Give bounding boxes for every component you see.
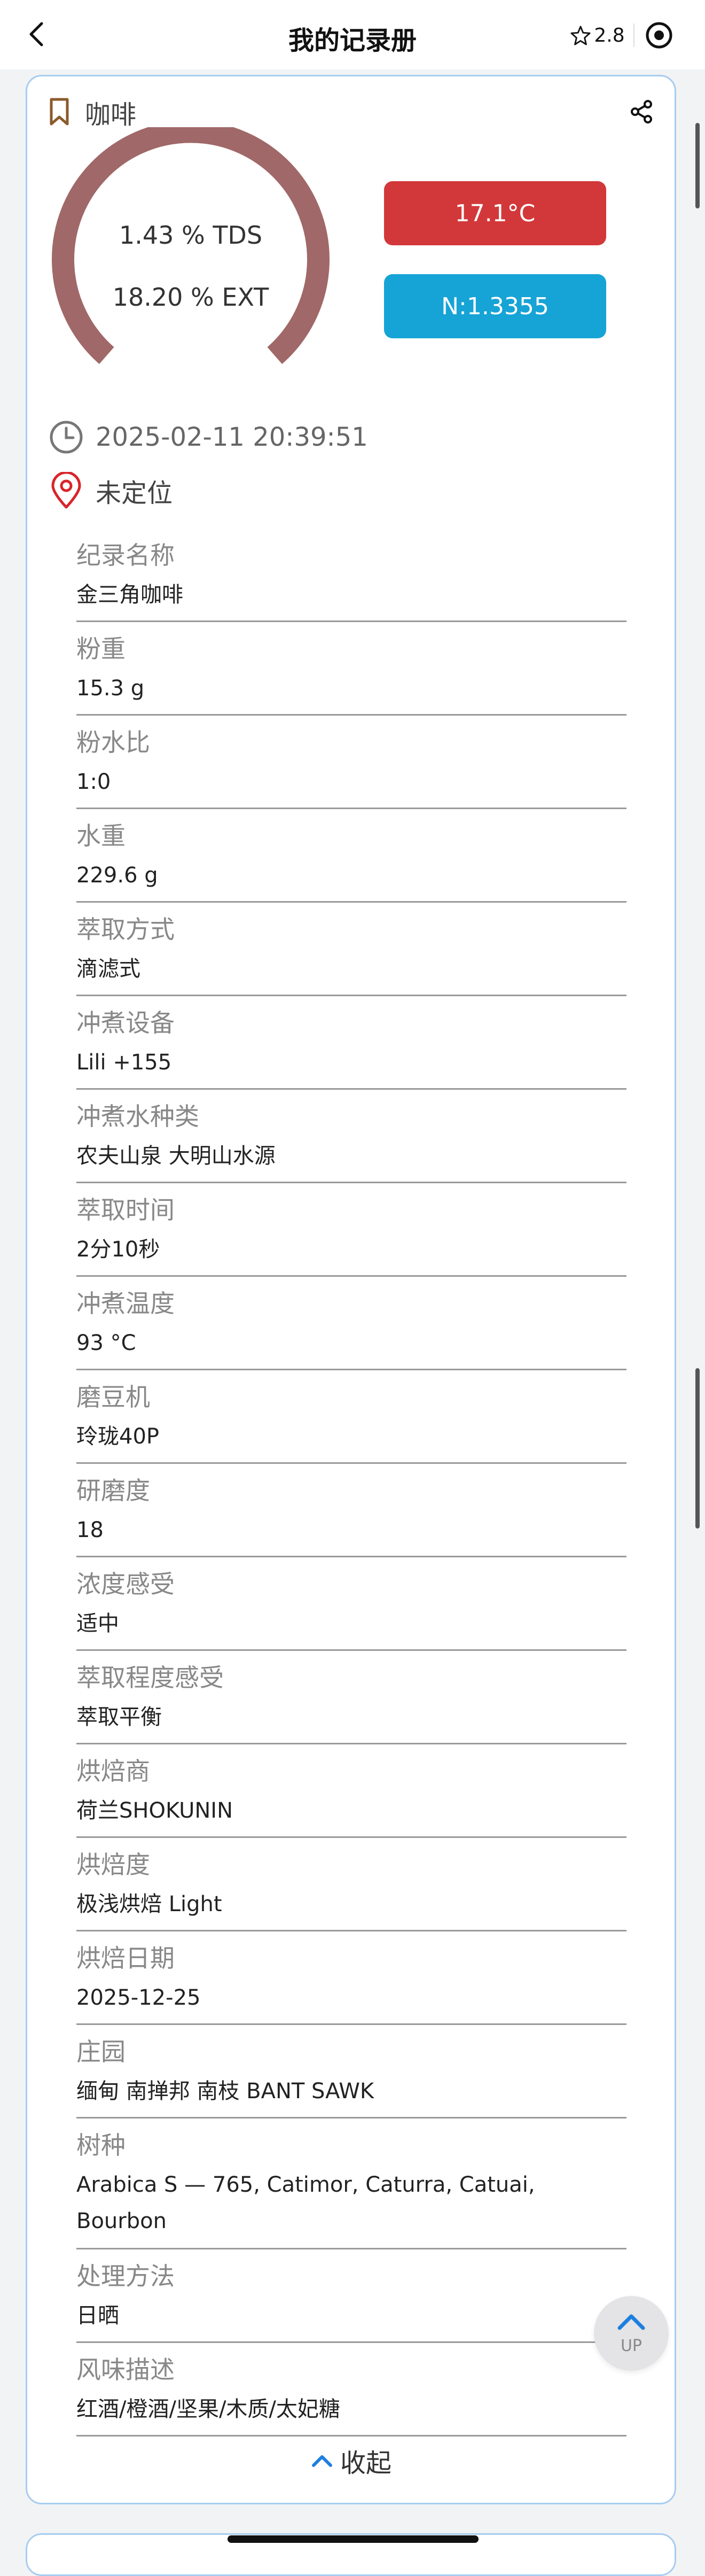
record-field-row: 冲煮设备 Lili +155 xyxy=(76,996,626,1090)
tds-gauge xyxy=(52,127,330,364)
field-value: 93 °C xyxy=(76,1331,136,1355)
scroll-to-top-button[interactable]: UP xyxy=(594,2296,669,2371)
record-field-row: 萃取程度感受萃取平衡 xyxy=(76,1651,626,1744)
record-fields-list: 纪录名称金三角咖啡粉重 15.3 g 粉水比 1:0 水重 229.6 g 萃取方式滴滤式冲… xyxy=(76,529,626,2437)
field-label: 冲煮水种类 xyxy=(76,1102,199,1131)
field-label: 萃取方式 xyxy=(76,915,175,944)
field-value: 极浅烘焙 Light xyxy=(76,1892,222,1917)
rating-button[interactable]: 2.8 xyxy=(563,12,632,59)
field-label: 研磨度 xyxy=(76,1476,150,1505)
field-label: 处理方法 xyxy=(76,2262,175,2291)
bookmark-icon[interactable] xyxy=(49,98,70,126)
share-icon[interactable] xyxy=(629,99,654,125)
field-value: 农夫山泉 大明山水源 xyxy=(76,1144,276,1168)
up-label: UP xyxy=(620,2337,643,2355)
field-value: 适中 xyxy=(76,1611,119,1636)
field-value: 2025-12-25 xyxy=(76,1985,201,2010)
field-value: 红酒/橙酒/坚果/木质/太妃糖 xyxy=(76,2397,340,2422)
collapse-label: 收起 xyxy=(340,2448,391,2478)
field-label: 烘焙商 xyxy=(76,1757,150,1786)
field-label: 风味描述 xyxy=(76,2355,175,2384)
field-label: 浓度感受 xyxy=(76,1570,175,1599)
target-button[interactable] xyxy=(643,19,675,51)
location-row[interactable]: 未定位 xyxy=(49,472,173,509)
field-value: 玲珑40P xyxy=(76,1424,160,1449)
record-field-row: 烘焙度极浅烘焙 Light xyxy=(76,1838,626,1931)
field-value: 229.6 g xyxy=(76,863,158,888)
record-location: 未定位 xyxy=(96,478,173,508)
field-label: 冲煮温度 xyxy=(76,1289,175,1318)
field-label: 水重 xyxy=(76,821,126,850)
record-field-row: 处理方法 日晒 xyxy=(76,2249,626,2343)
field-value: Arabica S — 765, Catimor, Caturra, Catua… xyxy=(76,2172,535,2233)
record-timestamp: 2025-02-11 20:39:51 xyxy=(96,422,368,452)
field-label: 萃取时间 xyxy=(76,1196,175,1224)
record-field-row: 萃取时间 2分10秒 xyxy=(76,1183,626,1277)
record-field-row: 烘焙日期 2025-12-25 xyxy=(76,1931,626,2025)
field-value: 滴滤式 xyxy=(76,957,140,981)
record-field-row: 风味描述红酒/橙酒/坚果/木质/太妃糖 xyxy=(76,2343,626,2437)
temperature-badge: 17.1°C xyxy=(384,181,606,245)
nav-capsule: 2.8 xyxy=(563,12,686,59)
field-label: 萃取程度感受 xyxy=(76,1663,224,1692)
field-value: Lili +155 xyxy=(76,1050,172,1075)
record-field-row: 粉水比 1:0 xyxy=(76,716,626,809)
tds-value: 1.43 % TDS xyxy=(119,221,263,250)
rating-value: 2.8 xyxy=(594,24,625,46)
top-nav-bar: 我的记录册 2.8 xyxy=(0,0,705,69)
record-field-row: 萃取方式 滴滤式 xyxy=(76,903,626,996)
collapse-button[interactable]: 收起 xyxy=(27,2442,675,2479)
record-field-row: 冲煮水种类农夫山泉 大明山水源 xyxy=(76,1090,626,1183)
field-label: 磨豆机 xyxy=(76,1383,150,1411)
record-field-row: 树种 Arabica S — 765, Catimor, Caturra, Cat… xyxy=(76,2119,626,2249)
record-field-row: 磨豆机玲珑40P xyxy=(76,1370,626,1464)
timestamp-row: 2025-02-11 20:39:51 xyxy=(49,418,368,456)
field-value: 2分10秒 xyxy=(76,1237,160,1262)
record-field-row: 冲煮温度 93 °C xyxy=(76,1277,626,1370)
field-value: 荷兰SHOKUNIN xyxy=(76,1798,233,1823)
field-value: 缅甸 南掸邦 南枝 BANT SAWK xyxy=(76,2079,374,2104)
field-value: 萃取平衡 xyxy=(76,1705,162,1729)
field-value: 1:0 xyxy=(76,770,111,794)
refractive-index-badge: N:1.3355 xyxy=(384,274,606,338)
chevron-up-icon xyxy=(311,2455,332,2467)
record-card: 咖啡 1.43 % TDS 18.20 % EXT 17.1°C N:1.335… xyxy=(26,75,676,2504)
chevron-up-icon xyxy=(617,2314,645,2330)
scroll-indicator xyxy=(695,123,700,208)
field-label: 粉重 xyxy=(76,634,126,663)
capsule-divider xyxy=(633,24,634,47)
field-label: 纪录名称 xyxy=(76,541,175,570)
field-label: 烘焙度 xyxy=(76,1850,150,1879)
clock-icon xyxy=(50,421,83,454)
location-pin-icon xyxy=(51,472,81,509)
scrollbar-thumb[interactable] xyxy=(695,1368,700,1528)
field-label: 粉水比 xyxy=(76,728,150,757)
field-value: 15.3 g xyxy=(76,676,145,701)
field-label: 冲煮设备 xyxy=(76,1008,175,1037)
field-label: 烘焙日期 xyxy=(76,1944,175,1973)
home-indicator xyxy=(228,2535,479,2543)
record-field-row: 纪录名称 金三角咖啡 xyxy=(76,529,626,622)
record-field-row: 浓度感受 适中 xyxy=(76,1557,626,1651)
record-field-row: 庄园缅甸 南掸邦 南枝 BANT SAWK xyxy=(76,2025,626,2119)
field-value: 日晒 xyxy=(76,2303,119,2328)
target-icon xyxy=(646,22,672,49)
field-label: 庄园 xyxy=(76,2037,126,2066)
field-value: 18 xyxy=(76,1518,104,1542)
record-category: 咖啡 xyxy=(85,100,137,130)
record-field-row: 研磨度 18 xyxy=(76,1464,626,1557)
ext-value: 18.20 % EXT xyxy=(112,283,269,312)
field-value: 金三角咖啡 xyxy=(76,583,183,607)
record-field-row: 烘焙商荷兰SHOKUNIN xyxy=(76,1744,626,1838)
star-icon xyxy=(570,26,591,45)
record-field-row: 水重 229.6 g xyxy=(76,809,626,903)
record-field-row: 粉重 15.3 g xyxy=(76,622,626,716)
field-label: 树种 xyxy=(76,2131,126,2160)
